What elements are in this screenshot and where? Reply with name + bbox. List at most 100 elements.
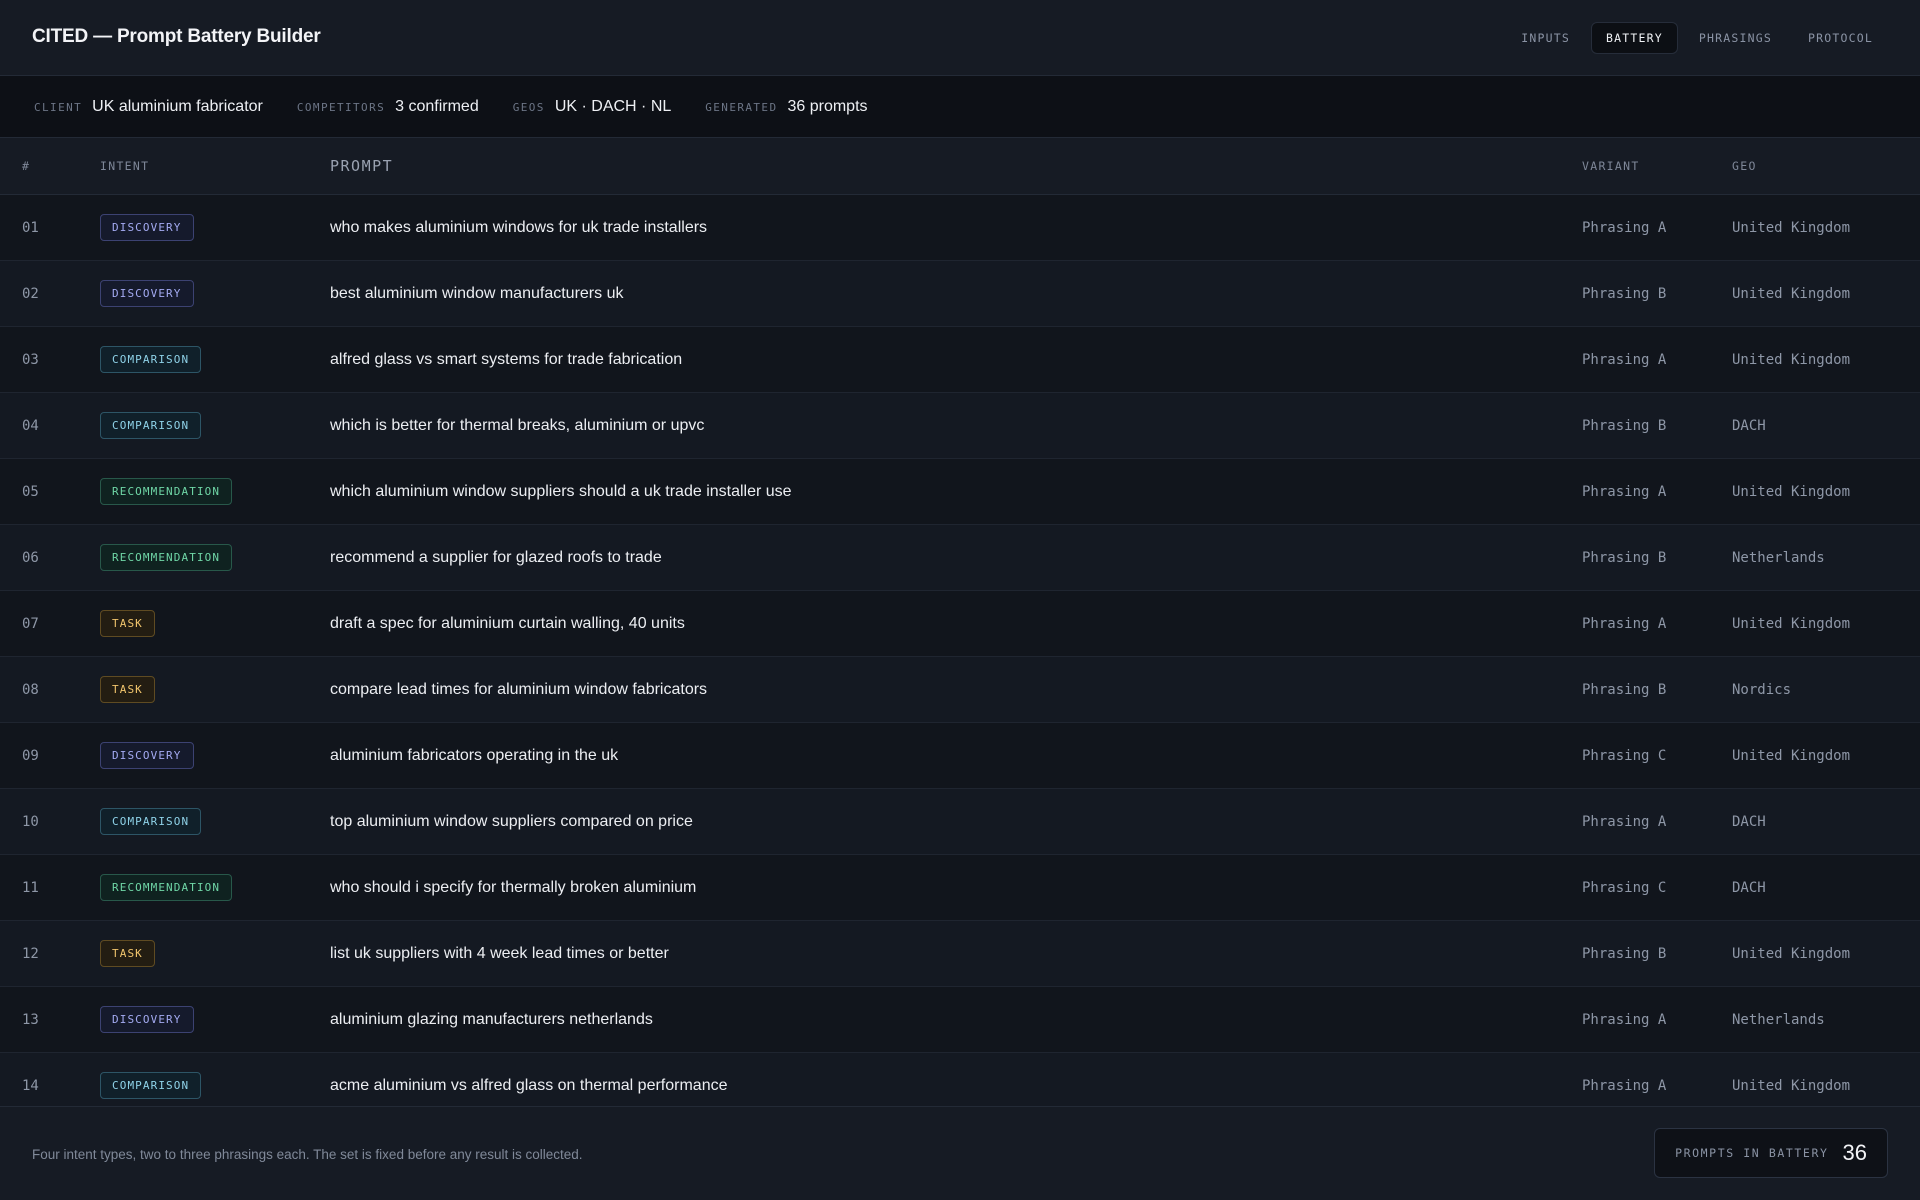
meta-client-label: CLIENT (34, 100, 83, 114)
geo-text: Netherlands (1732, 1011, 1825, 1028)
variant-text: Phrasing A (1582, 483, 1667, 500)
row-number: 08 (22, 681, 39, 698)
intent-badge: DISCOVERY (100, 742, 194, 769)
geo-text: Nordics (1732, 681, 1792, 698)
meta-generated-label: GENERATED (705, 100, 778, 114)
row-number: 05 (22, 483, 39, 500)
intent-badge: COMPARISON (100, 412, 202, 439)
intent-badge: DISCOVERY (100, 214, 194, 241)
intent-badge: RECOMMENDATION (100, 874, 233, 901)
intent-cell: DISCOVERY (100, 987, 194, 1052)
intent-cell: COMPARISON (100, 789, 202, 854)
geo-text: United Kingdom (1732, 351, 1851, 368)
tab-protocol[interactable]: PROTOCOL (1793, 22, 1888, 54)
prompt-text: top aluminium window suppliers compared … (330, 812, 693, 830)
intent-cell: COMPARISON (100, 1053, 202, 1106)
prompt-count-value: 36 (1842, 1140, 1867, 1165)
prompt-text: recommend a supplier for glazed roofs to… (330, 548, 662, 566)
row-number: 12 (22, 945, 39, 962)
table-row[interactable]: 03 COMPARISON alfred glass vs smart syst… (0, 327, 1920, 393)
meta-competitors-label: COMPETITORS (296, 100, 386, 114)
variant-text: Phrasing A (1582, 219, 1667, 236)
row-number: 02 (22, 285, 39, 302)
meta-bar: CLIENT UK aluminium fabricator COMPETITO… (0, 76, 1920, 138)
row-number: 06 (22, 549, 39, 566)
meta-client-value: UK aluminium fabricator (92, 97, 263, 115)
column-header-geo[interactable]: GEO (1732, 138, 1757, 194)
row-number: 09 (22, 747, 39, 764)
table-row[interactable]: 10 COMPARISON top aluminium window suppl… (0, 789, 1920, 855)
geo-text: United Kingdom (1732, 945, 1851, 962)
intent-cell: TASK (100, 921, 155, 986)
column-header-intent[interactable]: INTENT (100, 138, 149, 194)
variant-text: Phrasing A (1582, 1077, 1667, 1094)
meta-geos-value: UK · DACH · NL (554, 97, 672, 115)
table-header: # INTENT PROMPT VARIANT GEO (0, 138, 1920, 195)
prompt-text: who should i specify for thermally broke… (330, 878, 697, 896)
app-header: CITED — Prompt Battery Builder INPUTS BA… (0, 0, 1920, 76)
meta-competitors-value: 3 confirmed (395, 97, 479, 115)
prompt-text: draft a spec for aluminium curtain walli… (330, 614, 685, 632)
variant-text: Phrasing B (1582, 681, 1667, 698)
table-row[interactable]: 06 RECOMMENDATION recommend a supplier f… (0, 525, 1920, 591)
column-header-prompt[interactable]: PROMPT (330, 138, 393, 194)
variant-text: Phrasing B (1582, 285, 1667, 302)
intent-badge: TASK (100, 610, 155, 637)
table-row[interactable]: 09 DISCOVERY aluminium fabricators opera… (0, 723, 1920, 789)
table-row[interactable]: 04 COMPARISON which is better for therma… (0, 393, 1920, 459)
table-row[interactable]: 13 DISCOVERY aluminium glazing manufactu… (0, 987, 1920, 1053)
prompt-text: list uk suppliers with 4 week lead times… (330, 944, 669, 962)
geo-text: United Kingdom (1732, 483, 1851, 500)
geo-text: United Kingdom (1732, 285, 1851, 302)
geo-text: United Kingdom (1732, 615, 1851, 632)
table-row[interactable]: 01 DISCOVERY who makes aluminium windows… (0, 195, 1920, 261)
intent-badge: COMPARISON (100, 808, 202, 835)
intent-badge: RECOMMENDATION (100, 478, 233, 505)
column-header-variant[interactable]: VARIANT (1582, 138, 1640, 194)
variant-text: Phrasing C (1582, 879, 1667, 896)
geo-text: DACH (1732, 417, 1766, 434)
intent-badge: COMPARISON (100, 1072, 202, 1099)
row-number: 14 (22, 1077, 39, 1094)
intent-cell: TASK (100, 657, 155, 722)
variant-text: Phrasing A (1582, 1011, 1667, 1028)
table-row[interactable]: 14 COMPARISON acme aluminium vs alfred g… (0, 1053, 1920, 1106)
prompt-text: aluminium glazing manufacturers netherla… (330, 1010, 653, 1028)
tab-inputs[interactable]: INPUTS (1506, 22, 1585, 54)
table-row[interactable]: 05 RECOMMENDATION which aluminium window… (0, 459, 1920, 525)
table-row[interactable]: 11 RECOMMENDATION who should i specify f… (0, 855, 1920, 921)
meta-geos-label: GEOS (512, 100, 545, 114)
intent-cell: COMPARISON (100, 393, 202, 458)
intent-badge: TASK (100, 940, 155, 967)
prompt-text: compare lead times for aluminium window … (330, 680, 708, 698)
geo-text: United Kingdom (1732, 1077, 1851, 1094)
variant-text: Phrasing B (1582, 549, 1667, 566)
tab-battery[interactable]: BATTERY (1591, 22, 1678, 54)
intent-badge: TASK (100, 676, 155, 703)
footer-note: Four intent types, two to three phrasing… (32, 1147, 583, 1162)
tab-bar: INPUTS BATTERY PHRASINGS PROTOCOL (1506, 22, 1888, 54)
row-number: 10 (22, 813, 39, 830)
meta-generated: GENERATED 36 prompts (705, 98, 867, 116)
app-title: CITED — Prompt Battery Builder (32, 26, 321, 47)
row-number: 07 (22, 615, 39, 632)
intent-badge: COMPARISON (100, 346, 202, 373)
row-number: 13 (22, 1011, 39, 1028)
row-number: 01 (22, 219, 39, 236)
variant-text: Phrasing A (1582, 615, 1667, 632)
intent-badge: RECOMMENDATION (100, 544, 233, 571)
variant-text: Phrasing A (1582, 813, 1667, 830)
geo-text: DACH (1732, 813, 1766, 830)
variant-text: Phrasing B (1582, 945, 1667, 962)
table-body: 01 DISCOVERY who makes aluminium windows… (0, 195, 1920, 1106)
meta-client: CLIENT UK aluminium fabricator (34, 98, 263, 116)
table-row[interactable]: 08 TASK compare lead times for aluminium… (0, 657, 1920, 723)
prompt-count-box: PROMPTS IN BATTERY 36 (1654, 1128, 1888, 1178)
column-header-num[interactable]: # (22, 138, 30, 194)
table-row[interactable]: 12 TASK list uk suppliers with 4 week le… (0, 921, 1920, 987)
table-row[interactable]: 07 TASK draft a spec for aluminium curta… (0, 591, 1920, 657)
row-number: 04 (22, 417, 39, 434)
table-row[interactable]: 02 DISCOVERY best aluminium window manuf… (0, 261, 1920, 327)
tab-phrasings[interactable]: PHRASINGS (1684, 22, 1787, 54)
row-number: 11 (22, 879, 39, 896)
